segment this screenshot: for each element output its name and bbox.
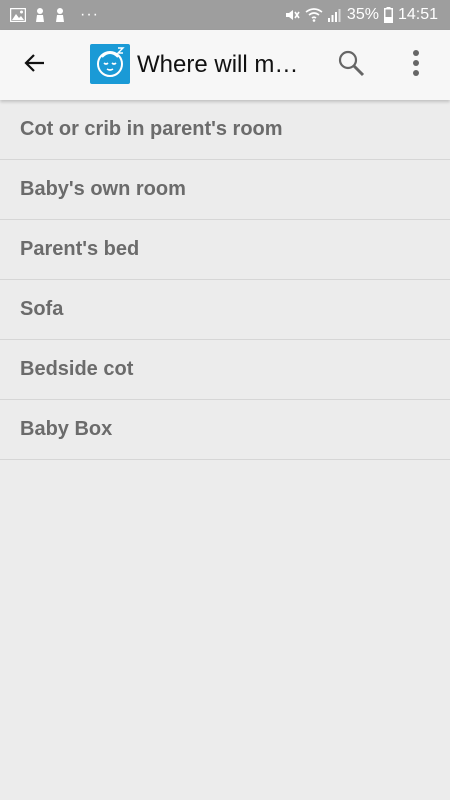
- list-item[interactable]: Baby Box: [0, 400, 450, 460]
- sleep-location-list: Cot or crib in parent's room Baby's own …: [0, 100, 450, 460]
- page-title: Where will my baby sleep?: [137, 51, 309, 78]
- search-button[interactable]: [330, 44, 372, 86]
- clock: 14:51: [397, 6, 438, 23]
- status-right: 35% 14:51: [284, 0, 438, 30]
- status-left: ···: [10, 6, 99, 24]
- more-vertical-icon: [412, 49, 420, 81]
- status-bar: ··· 35% 14:51: [0, 0, 450, 30]
- image-icon: [10, 8, 26, 22]
- list-item[interactable]: Baby's own room: [0, 160, 450, 220]
- arrow-left-icon: [23, 51, 47, 80]
- back-button[interactable]: [14, 44, 56, 86]
- signal-icon: [327, 8, 342, 22]
- battery-percent: 35%: [346, 6, 379, 23]
- more-options-button[interactable]: [395, 44, 437, 86]
- search-icon: [337, 49, 365, 82]
- notification-icon: [54, 7, 66, 23]
- mute-icon: [284, 7, 300, 23]
- app-bar: Where will my baby sleep?: [0, 30, 450, 100]
- list-item[interactable]: Bedside cot: [0, 340, 450, 400]
- notification-icon: [34, 7, 46, 23]
- battery-icon: [383, 7, 393, 23]
- sleeping-baby-icon: [92, 44, 128, 85]
- app-logo: [90, 44, 130, 84]
- wifi-icon: [305, 8, 323, 22]
- more-notifications-dots: ···: [80, 6, 99, 23]
- list-item[interactable]: Sofa: [0, 280, 450, 340]
- list-item[interactable]: Cot or crib in parent's room: [0, 100, 450, 160]
- list-item[interactable]: Parent's bed: [0, 220, 450, 280]
